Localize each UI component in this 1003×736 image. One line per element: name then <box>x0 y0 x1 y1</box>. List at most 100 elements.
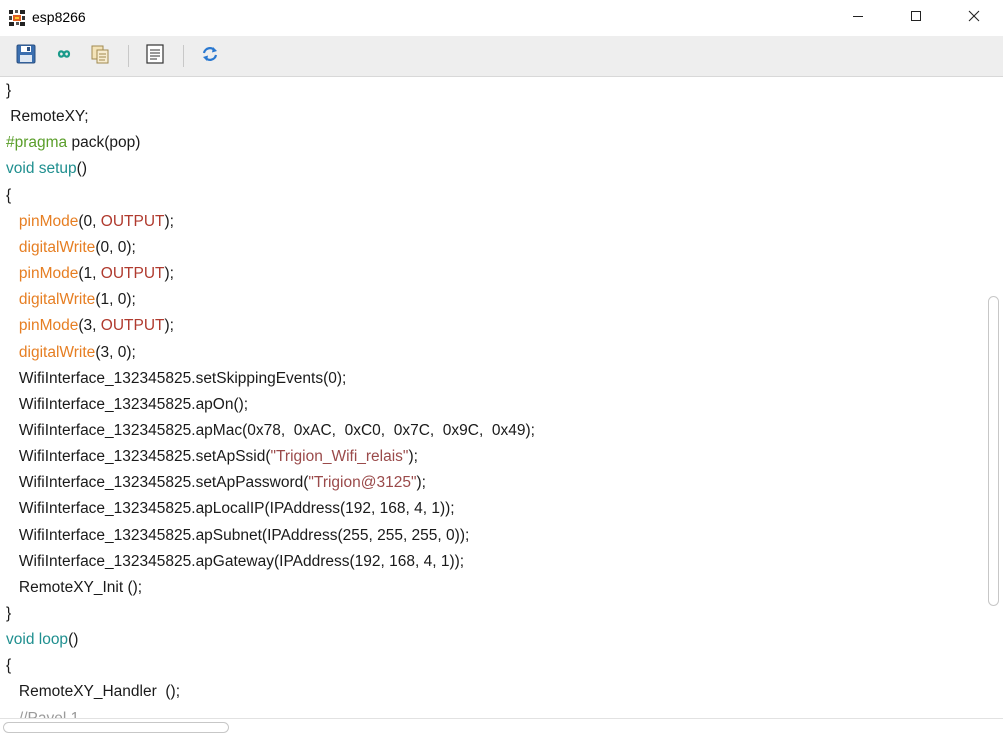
code-text: { <box>6 186 12 204</box>
minimize-icon <box>852 9 864 27</box>
window-title: esp8266 <box>32 9 86 25</box>
code-text: () <box>76 160 87 178</box>
code-function: digitalWrite <box>18 343 96 361</box>
code-line: { <box>6 186 11 206</box>
code-text: } <box>6 82 12 99</box>
code-line: //Pavel 1 <box>6 709 79 718</box>
code-text: ); <box>164 265 174 283</box>
infinity-icon <box>53 43 75 70</box>
horizontal-scrollbar-thumb[interactable] <box>3 722 229 733</box>
close-button[interactable] <box>945 0 1003 36</box>
code-keyword: void <box>6 160 35 178</box>
code-text: (1, <box>78 265 101 283</box>
code-text: WifiInterface_132345825.apMac(0x78, 0xAC… <box>6 421 535 439</box>
code-line: } <box>6 81 11 101</box>
code-line: { <box>6 656 11 676</box>
code-line: WifiInterface_132345825.setApSsid("Trigi… <box>6 447 418 467</box>
code-line: WifiInterface_132345825.apMac(0x78, 0xAC… <box>6 421 535 441</box>
code-text: RemoteXY; <box>6 108 89 126</box>
code-text: { <box>6 657 12 675</box>
maximize-icon <box>910 9 922 27</box>
toolbar <box>0 36 1003 77</box>
document-button[interactable] <box>143 43 167 70</box>
code-line: digitalWrite(3, 0); <box>6 343 136 363</box>
code-text: pack(pop) <box>67 134 141 152</box>
minimize-button[interactable] <box>829 0 887 36</box>
code-text: WifiInterface_132345825.setApSsid( <box>6 448 271 466</box>
code-line: WifiInterface_132345825.apOn(); <box>6 395 248 415</box>
vertical-scrollbar-thumb[interactable] <box>988 296 999 606</box>
code-text: WifiInterface_132345825.apLocalIP(IPAddr… <box>6 500 455 518</box>
code-line: pinMode(0, OUTPUT); <box>6 212 174 232</box>
code-keyword: loop <box>38 631 69 649</box>
code-keyword: void <box>6 631 35 649</box>
code-line: digitalWrite(0, 0); <box>6 238 136 258</box>
code-keyword: setup <box>38 160 77 178</box>
code-function: pinMode <box>18 212 79 230</box>
code-line: WifiInterface_132345825.apSubnet(IPAddre… <box>6 526 469 546</box>
code-constant: OUTPUT <box>100 212 165 230</box>
floppy-disk-icon <box>15 43 37 70</box>
title-bar: esp8266 <box>0 0 1003 36</box>
code-preprocessor: #pragma <box>6 134 68 152</box>
code-editor[interactable]: } RemoteXY; #pragma pack(pop) void setup()… <box>0 77 985 718</box>
code-line: pinMode(1, OUTPUT); <box>6 264 174 284</box>
refresh-icon <box>199 43 221 70</box>
code-text: ); <box>164 317 174 335</box>
code-line: } <box>6 604 11 624</box>
code-text: } <box>6 605 12 622</box>
code-function: digitalWrite <box>18 291 96 309</box>
code-line: RemoteXY_Handler (); <box>6 682 180 702</box>
copy-button[interactable] <box>88 44 112 68</box>
refresh-button[interactable] <box>198 44 222 68</box>
code-line: RemoteXY; <box>6 107 89 127</box>
code-line: WifiInterface_132345825.apLocalIP(IPAddr… <box>6 499 455 519</box>
code-text: ); <box>408 448 418 466</box>
code-line: pinMode(3, OUTPUT); <box>6 316 174 336</box>
code-line: void setup() <box>6 159 87 179</box>
code-text: RemoteXY_Init (); <box>6 578 143 596</box>
save-button[interactable] <box>14 44 38 68</box>
code-line: void loop() <box>6 630 78 650</box>
code-text: (0, 0); <box>95 238 136 256</box>
code-comment: //Pavel 1 <box>6 710 79 718</box>
code-string: "Trigion@3125" <box>308 474 417 492</box>
code-text: (1, 0); <box>95 291 136 309</box>
document-icon <box>144 43 166 70</box>
code-text: ); <box>164 212 174 230</box>
code-text: WifiInterface_132345825.apSubnet(IPAddre… <box>6 526 470 544</box>
copy-icon <box>89 43 111 70</box>
code-line: WifiInterface_132345825.setSkippingEvent… <box>6 369 346 389</box>
code-text: (3, 0); <box>95 343 136 361</box>
code-string: "Trigion_Wifi_relais" <box>270 448 409 466</box>
code-line: #pragma pack(pop) <box>6 133 140 153</box>
code-constant: OUTPUT <box>100 317 165 335</box>
code-text: ); <box>416 474 426 492</box>
code-function: digitalWrite <box>18 238 96 256</box>
code-text: (3, <box>78 317 101 335</box>
close-icon <box>968 9 980 27</box>
maximize-button[interactable] <box>887 0 945 36</box>
code-text: WifiInterface_132345825.apOn(); <box>6 395 249 413</box>
code-constant: OUTPUT <box>100 265 165 283</box>
code-text: WifiInterface_132345825.apGateway(IPAddr… <box>6 552 465 570</box>
code-text: () <box>68 631 79 649</box>
code-text: WifiInterface_132345825.setApPassword( <box>6 474 309 492</box>
code-function: pinMode <box>18 265 79 283</box>
code-line: WifiInterface_132345825.setApPassword("T… <box>6 473 426 493</box>
code-line: digitalWrite(1, 0); <box>6 290 136 310</box>
code-text: RemoteXY_Handler (); <box>6 683 181 701</box>
code-text: (0, <box>78 212 101 230</box>
arduino-button[interactable] <box>52 44 76 68</box>
code-function: pinMode <box>18 317 79 335</box>
toolbar-separator <box>183 45 184 67</box>
code-text: WifiInterface_132345825.setSkippingEvent… <box>6 369 347 387</box>
code-line: WifiInterface_132345825.apGateway(IPAddr… <box>6 552 464 572</box>
toolbar-separator <box>128 45 129 67</box>
code-line: RemoteXY_Init (); <box>6 578 142 598</box>
